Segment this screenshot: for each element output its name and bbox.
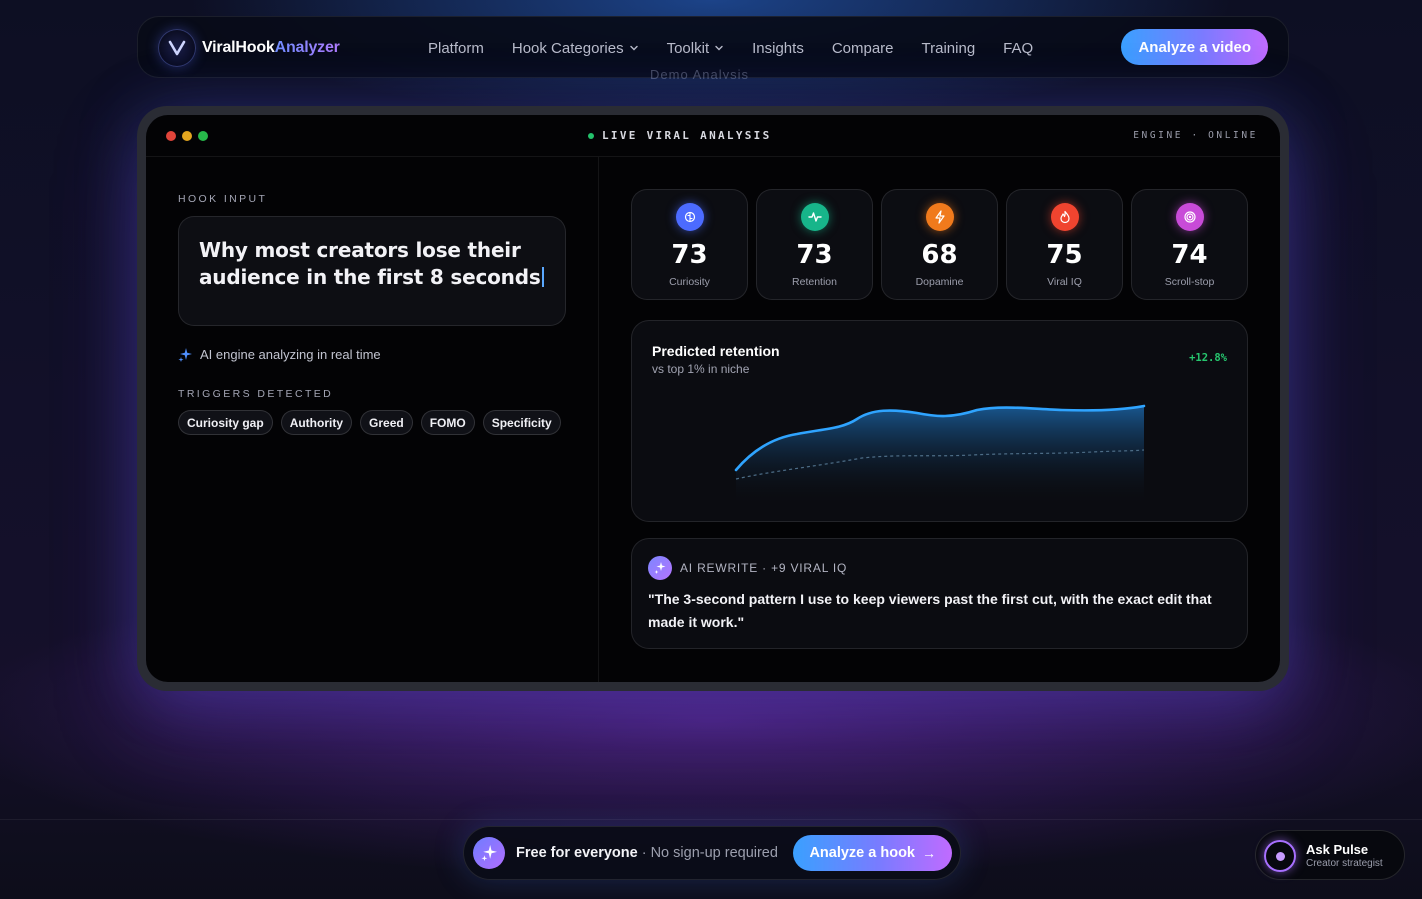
metric-value: 68 [921, 240, 958, 270]
free-banner-rest: · No sign-up required [637, 845, 778, 861]
hook-input-field[interactable]: Why most creators lose their audience in… [178, 216, 566, 326]
footer-divider [0, 819, 1422, 820]
pulse-subtitle: Creator strategist [1306, 858, 1383, 869]
ai-rewrite-header: AI REWRITE · +9 VIRAL IQ [648, 556, 847, 580]
metric-scroll-stop: 74 Scroll-stop [1131, 189, 1248, 300]
triggers-label: TRIGGERS DETECTED [178, 388, 334, 400]
trigger-chip: FOMO [420, 410, 475, 435]
pulse-orb-icon [1264, 840, 1296, 872]
trigger-chip: Specificity [482, 410, 561, 435]
free-banner: Free for everyone · No sign-up required … [463, 826, 961, 880]
sparkle-badge-icon [473, 837, 505, 869]
pulse-title: Ask Pulse [1306, 842, 1369, 857]
live-label-text: LIVE VIRAL ANALYSIS [602, 129, 772, 142]
nav-item-faq[interactable]: FAQ [1003, 40, 1033, 57]
metric-value: 73 [671, 240, 708, 270]
maximize-dot-icon [198, 131, 208, 141]
nav-item-label: Compare [831, 39, 894, 57]
window-controls [166, 131, 214, 141]
trigger-chip: Curiosity gap [178, 410, 273, 435]
chevron-down-icon [715, 45, 723, 51]
analyze-hook-label: Analyze a hook [809, 845, 915, 861]
window-titlebar: LIVE VIRAL ANALYSIS ENGINE · ONLINE [146, 115, 1280, 157]
bolt-icon [925, 203, 954, 231]
trigger-chip: Greed [360, 410, 413, 435]
brand-logo[interactable]: ViralHookAnalyzer [158, 29, 340, 67]
ai-status-text: AI engine analyzing in real time [200, 347, 381, 362]
flame-icon [1050, 203, 1079, 231]
free-banner-bold: Free for everyone [516, 845, 638, 861]
retention-chart-card: Predicted retention vs top 1% in niche +… [631, 320, 1248, 522]
nav-item-label: Platform [428, 39, 484, 57]
nav-item-label: Hook Categories [511, 39, 624, 57]
section-heading-peek: Demo Analysis [650, 67, 749, 79]
metric-label: Viral IQ [1047, 276, 1082, 288]
hook-input-label: HOOK INPUT [178, 193, 268, 205]
ai-rewrite-title: AI REWRITE · +9 VIRAL IQ [680, 561, 848, 575]
metric-label: Curiosity [669, 276, 710, 288]
nav-item-compare[interactable]: Compare [832, 40, 894, 57]
engine-status: ENGINE · ONLINE [1133, 130, 1258, 141]
brain-icon [675, 203, 704, 231]
nav-item-label: FAQ [1003, 39, 1034, 57]
score-metrics: 73 Curiosity 73 Retention 68 Dopamine 75 Viral … [631, 189, 1256, 300]
hook-input-text: Why most creators lose their audience in… [199, 238, 541, 289]
metric-label: Retention [792, 276, 837, 288]
sparkle-icon [178, 347, 192, 362]
analyze-hook-button[interactable]: Analyze a hook → [793, 835, 952, 871]
metric-viral-iq: 75 Viral IQ [1006, 189, 1123, 300]
nav-item-label: Insights [752, 39, 804, 57]
minimize-dot-icon [182, 131, 192, 141]
target-icon [1175, 203, 1204, 231]
metric-value: 73 [796, 240, 833, 270]
nav-item-label: Toolkit [666, 39, 710, 57]
pulse-icon [800, 203, 829, 231]
ask-pulse-widget[interactable]: Ask Pulse Creator strategist [1255, 830, 1405, 880]
brand-name: ViralHookAnalyzer [202, 39, 340, 56]
v-logo-icon [158, 29, 196, 67]
nav-item-training[interactable]: Training [922, 40, 976, 57]
chart-subtitle: vs top 1% in niche [652, 362, 750, 376]
text-caret [541, 267, 544, 287]
ai-rewrite-text: "The 3-second pattern I use to keep view… [648, 591, 1212, 630]
trigger-chip: Authority [280, 410, 353, 435]
ai-rewrite-card: AI REWRITE · +9 VIRAL IQ "The 3-second p… [631, 538, 1248, 649]
hook-input-pane: HOOK INPUT Why most creators lose their … [146, 157, 599, 682]
metric-label: Dopamine [915, 276, 964, 288]
free-banner-text: Free for everyone · No sign-up required [516, 845, 778, 861]
metric-retention: 73 Retention [756, 189, 873, 300]
metric-label: Scroll-stop [1164, 276, 1215, 288]
nav-item-platform[interactable]: Platform [428, 40, 484, 57]
nav-item-label: Training [921, 39, 976, 57]
chevron-down-icon [629, 45, 638, 51]
metric-value: 75 [1046, 240, 1083, 270]
metric-curiosity: 73 Curiosity [631, 189, 748, 300]
retention-delta-badge: +12.8% [1189, 352, 1227, 364]
chart-title: Predicted retention [652, 343, 780, 359]
live-analysis-label: LIVE VIRAL ANALYSIS [588, 129, 772, 142]
metric-dopamine: 68 Dopamine [881, 189, 998, 300]
live-indicator-icon [588, 132, 594, 139]
nav-item-insights[interactable]: Insights [752, 40, 804, 57]
demo-screen: LIVE VIRAL ANALYSIS ENGINE · ONLINE HOOK… [146, 115, 1280, 682]
magic-wand-icon [648, 556, 672, 580]
arrow-right-icon: → [922, 845, 936, 861]
ai-status: AI engine analyzing in real time [178, 347, 381, 362]
demo-device-frame: LIVE VIRAL ANALYSIS ENGINE · ONLINE HOOK… [137, 106, 1289, 691]
nav-item-hook-categories[interactable]: Hook Categories [512, 40, 639, 57]
close-dot-icon [166, 131, 176, 141]
metric-value: 74 [1171, 240, 1208, 270]
analyze-video-button[interactable]: Analyze a video [1121, 29, 1268, 65]
nav-item-toolkit[interactable]: Toolkit [667, 40, 725, 57]
trigger-chips: Curiosity gap Authority Greed FOMO Specifici… [178, 410, 569, 435]
